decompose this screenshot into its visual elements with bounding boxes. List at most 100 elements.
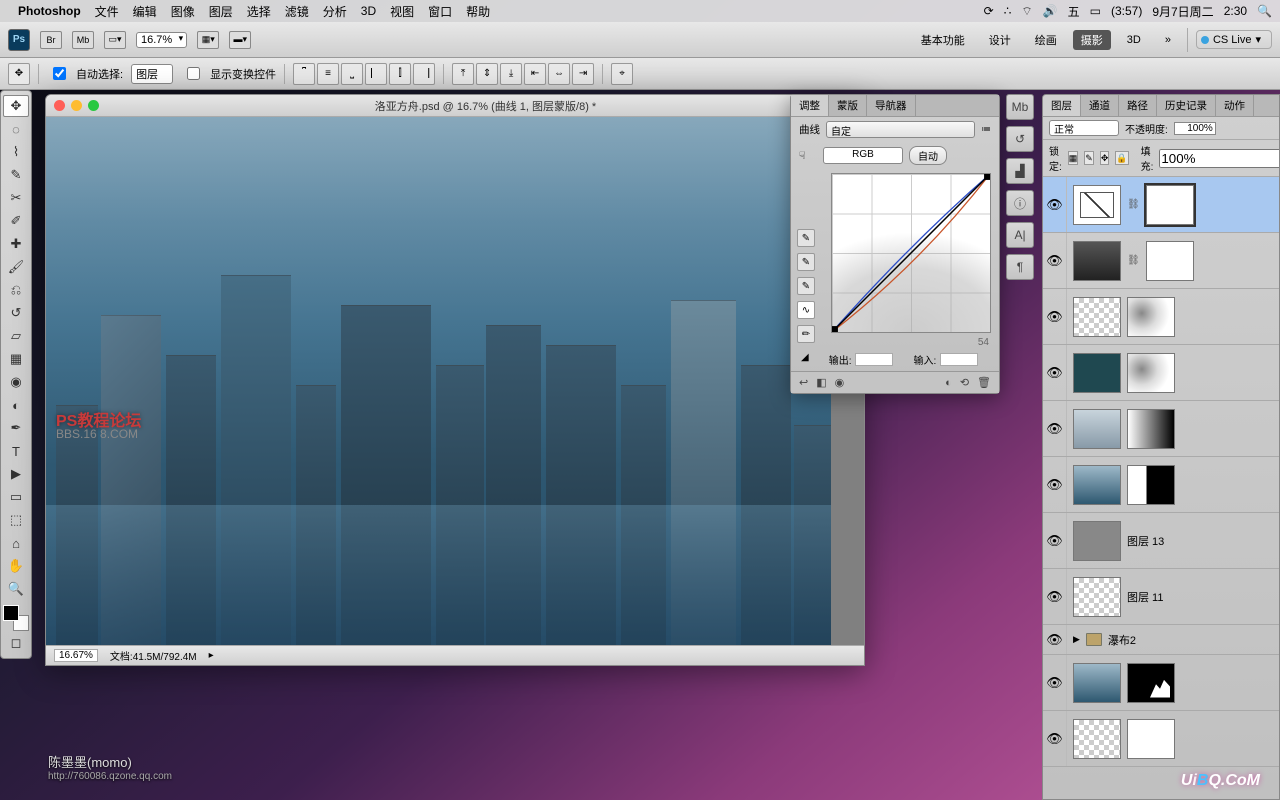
3d-tool[interactable]: ⬚: [3, 509, 29, 531]
menu-edit[interactable]: 编辑: [133, 3, 157, 20]
layer-name[interactable]: 图层 13: [1127, 533, 1164, 549]
auto-select-checkbox[interactable]: [53, 67, 66, 80]
channel-dropdown[interactable]: RGB: [823, 147, 903, 164]
layer-mask[interactable]: [1127, 353, 1175, 393]
layer-row[interactable]: 👁: [1043, 345, 1279, 401]
volume-icon[interactable]: 🔊: [1043, 4, 1058, 18]
visibility-toggle-icon[interactable]: 👁: [1043, 289, 1067, 344]
path-select-tool[interactable]: ▶: [3, 463, 29, 485]
clone-tool[interactable]: ⎌: [3, 279, 29, 301]
layer-mask[interactable]: [1127, 465, 1175, 505]
extras-button[interactable]: ▬▾: [229, 31, 251, 49]
lock-position-icon[interactable]: ✥: [1100, 151, 1110, 165]
white-eyedropper-icon[interactable]: ✎: [797, 277, 815, 295]
layer-mask[interactable]: [1127, 719, 1175, 759]
spotlight-icon[interactable]: 🔍: [1257, 4, 1272, 18]
link-icon[interactable]: ⛓: [1127, 199, 1140, 210]
minibridge-button[interactable]: Mb: [72, 31, 94, 49]
crop-tool[interactable]: ✂: [3, 187, 29, 209]
wifi-icon[interactable]: ⌔: [1021, 4, 1032, 19]
draw-curve-icon[interactable]: ✏: [797, 325, 815, 343]
tab-navigator[interactable]: 导航器: [867, 95, 916, 116]
output-field[interactable]: [855, 353, 893, 366]
layer-mask[interactable]: [1146, 185, 1194, 225]
workspace-design[interactable]: 设计: [981, 30, 1019, 50]
layer-name[interactable]: 瀑布2: [1108, 632, 1136, 648]
ps-logo-icon[interactable]: Ps: [8, 29, 30, 51]
battery-icon[interactable]: ▭: [1090, 4, 1101, 18]
eyedropper-tool[interactable]: ✐: [3, 210, 29, 232]
dots-icon[interactable]: ∴: [1004, 4, 1012, 18]
gradient-tool[interactable]: ▦: [3, 348, 29, 370]
workspace-photography[interactable]: 摄影: [1073, 30, 1111, 50]
menubar-date[interactable]: 9月7日周二: [1152, 3, 1213, 20]
history-dock-icon[interactable]: ↺: [1006, 126, 1034, 152]
lasso-tool[interactable]: ⌇: [3, 141, 29, 163]
align-hcenter-icon[interactable]: ⫿: [389, 63, 411, 85]
layer-thumb[interactable]: [1073, 719, 1121, 759]
eraser-tool[interactable]: ▱: [3, 325, 29, 347]
layer-mask[interactable]: [1127, 297, 1175, 337]
layer-group-row[interactable]: 👁 ▶瀑布2: [1043, 625, 1279, 655]
arrange-button[interactable]: ▦▾: [197, 31, 219, 49]
show-transform-checkbox[interactable]: [187, 67, 200, 80]
dist-left-icon[interactable]: ⇤: [524, 63, 546, 85]
layer-thumb[interactable]: [1073, 241, 1121, 281]
screen-mode-button[interactable]: ▭▾: [104, 31, 126, 49]
tab-paths[interactable]: 路径: [1119, 95, 1157, 116]
visibility-toggle-icon[interactable]: 👁: [1043, 345, 1067, 400]
paragraph-dock-icon[interactable]: ¶: [1006, 254, 1034, 280]
align-vcenter-icon[interactable]: ≡: [317, 63, 339, 85]
zoom-dropdown[interactable]: 16.7%: [136, 32, 187, 48]
menu-view[interactable]: 视图: [390, 3, 414, 20]
zoom-tool[interactable]: 🔍: [3, 578, 29, 600]
auto-button[interactable]: 自动: [909, 146, 947, 165]
histogram-dock-icon[interactable]: ▟: [1006, 158, 1034, 184]
healing-tool[interactable]: ✚: [3, 233, 29, 255]
history-brush-tool[interactable]: ↺: [3, 302, 29, 324]
visibility-toggle-icon[interactable]: 👁: [1043, 177, 1067, 232]
layer-thumb[interactable]: [1073, 577, 1121, 617]
tab-actions[interactable]: 动作: [1216, 95, 1254, 116]
character-dock-icon[interactable]: A|: [1006, 222, 1034, 248]
fill-field[interactable]: [1159, 149, 1280, 168]
tab-layers[interactable]: 图层: [1043, 95, 1081, 116]
dist-right-icon[interactable]: ⇥: [572, 63, 594, 85]
visibility-toggle-icon[interactable]: 👁: [1043, 233, 1067, 288]
status-zoom[interactable]: 16.67%: [54, 649, 98, 662]
marquee-tool[interactable]: ◌: [3, 118, 29, 140]
layer-thumb[interactable]: [1073, 353, 1121, 393]
canvas[interactable]: PS教程论坛 BBS.16 8.COM: [46, 117, 864, 645]
preset-menu-icon[interactable]: ≔: [981, 124, 991, 135]
align-right-icon[interactable]: ⎹: [413, 63, 435, 85]
clip-icon[interactable]: ◧: [816, 376, 826, 389]
move-tool[interactable]: ✥: [3, 95, 29, 117]
zoom-window-icon[interactable]: [88, 100, 99, 111]
info-dock-icon[interactable]: ⓘ: [1006, 190, 1034, 216]
layer-mask[interactable]: [1127, 663, 1175, 703]
app-menu[interactable]: Photoshop: [18, 4, 81, 18]
menu-3d[interactable]: 3D: [361, 4, 376, 18]
layer-thumb[interactable]: [1073, 521, 1121, 561]
prev-state-icon[interactable]: ◐: [945, 377, 952, 389]
align-bottom-icon[interactable]: ⎵: [341, 63, 363, 85]
menu-file[interactable]: 文件: [95, 3, 119, 20]
layer-thumb[interactable]: [1073, 663, 1121, 703]
hand-sampler-icon[interactable]: ☟: [799, 150, 817, 162]
sync-icon[interactable]: ⟳: [984, 4, 994, 18]
return-icon[interactable]: ↩: [799, 376, 808, 389]
workspace-3d[interactable]: 3D: [1119, 32, 1149, 48]
lock-all-icon[interactable]: 🔒: [1115, 151, 1128, 165]
layer-row[interactable]: 👁 图层 13: [1043, 513, 1279, 569]
visibility-toggle-icon[interactable]: 👁: [1043, 457, 1067, 512]
menu-analysis[interactable]: 分析: [323, 3, 347, 20]
layer-thumb[interactable]: [1073, 185, 1121, 225]
curves-preset-dropdown[interactable]: 自定: [826, 121, 975, 138]
layer-mask[interactable]: [1127, 409, 1175, 449]
cs-live-button[interactable]: CS Live ▾: [1196, 30, 1272, 49]
quickmask-toggle[interactable]: ◻: [3, 632, 29, 654]
blur-tool[interactable]: ◉: [3, 371, 29, 393]
layer-row[interactable]: 👁 图层 11: [1043, 569, 1279, 625]
visibility-toggle-icon[interactable]: 👁: [1043, 655, 1067, 710]
link-icon[interactable]: ⛓: [1127, 255, 1140, 266]
